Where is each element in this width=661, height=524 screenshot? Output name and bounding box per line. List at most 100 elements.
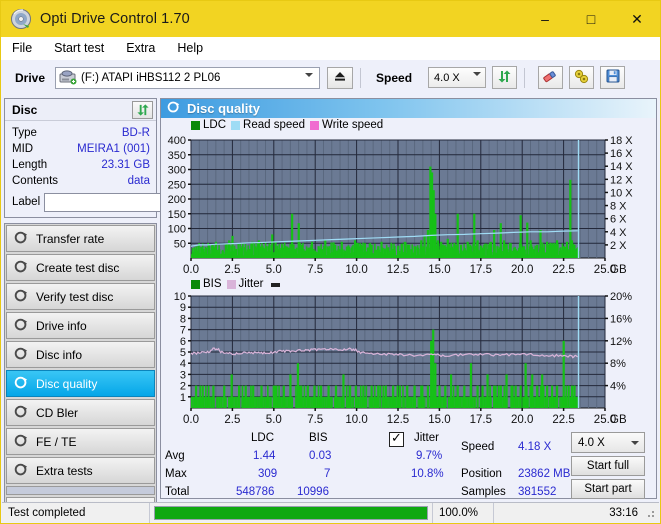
legend-label: BIS xyxy=(203,278,222,290)
svg-text:16 X: 16 X xyxy=(610,148,633,160)
disc-contents-value: data xyxy=(128,173,150,189)
disc-test-icon xyxy=(14,259,29,277)
progress-fill xyxy=(155,507,427,519)
disc-panel: Disc Type BD-R MID MEIR xyxy=(4,98,157,218)
svg-text:350: 350 xyxy=(168,150,186,162)
disc-row-contents: Contents data xyxy=(12,173,150,189)
svg-text:3: 3 xyxy=(180,370,186,382)
svg-text:10.0: 10.0 xyxy=(345,264,367,276)
stats-ldc-avg: 1.44 xyxy=(253,450,275,462)
legend-swatch xyxy=(227,280,236,289)
svg-text:12.5: 12.5 xyxy=(387,414,409,426)
svg-text:300: 300 xyxy=(168,165,186,177)
disc-icon xyxy=(10,8,32,30)
svg-text:6 X: 6 X xyxy=(610,214,627,226)
disc-refresh-button[interactable] xyxy=(132,101,153,119)
legend-label: LDC xyxy=(203,119,226,131)
svg-text:8%: 8% xyxy=(610,359,626,371)
menu-bar: File Start test Extra Help xyxy=(1,37,660,59)
start-full-button[interactable]: Start full xyxy=(571,456,645,476)
disc-type-label: Type xyxy=(12,125,37,141)
drive-select[interactable]: (F:) ATAPI iHBS112 2 PL06 xyxy=(55,67,320,89)
close-button[interactable]: ✕ xyxy=(614,1,660,37)
legend-swatch xyxy=(231,121,240,130)
stats-samples-value: 381552 xyxy=(518,486,556,498)
menu-start-test[interactable]: Start test xyxy=(52,39,115,58)
sidebar-item-fe-te[interactable]: FE / TE xyxy=(6,428,155,455)
maximize-button[interactable]: □ xyxy=(568,1,614,37)
stats-panel: LDC BIS Jitter Avg Max Total 1.44 309 54… xyxy=(161,428,656,498)
legend-read-speed: Read speed xyxy=(231,119,305,131)
svg-text:0.0: 0.0 xyxy=(183,264,199,276)
stats-ldc-total: 548786 xyxy=(236,486,274,498)
menu-extra[interactable]: Extra xyxy=(124,39,166,58)
disc-test-icon xyxy=(14,462,29,480)
eject-button[interactable] xyxy=(327,67,353,89)
disc-test-icon xyxy=(14,346,29,364)
disc-panel-title: Disc xyxy=(12,103,37,117)
tools-icon xyxy=(574,69,590,87)
sidebar-item-transfer-rate[interactable]: Transfer rate xyxy=(6,225,155,252)
disc-test-icon xyxy=(14,404,29,422)
erase-button[interactable] xyxy=(538,66,563,89)
stats-position-label: Position xyxy=(461,468,502,480)
elapsed-time: 33:16 xyxy=(494,503,644,523)
sidebar-label: Drive info xyxy=(36,319,87,333)
jitter-checkbox[interactable] xyxy=(389,432,404,447)
stats-col-bis: BIS xyxy=(309,432,328,444)
svg-text:9: 9 xyxy=(180,303,186,315)
disc-test-icon xyxy=(14,433,29,451)
sidebar-item-drive-info[interactable]: Drive info xyxy=(6,312,155,339)
svg-text:18 X: 18 X xyxy=(610,135,633,147)
sidebar-item-disc-info[interactable]: Disc info xyxy=(6,341,155,368)
tools-button[interactable] xyxy=(569,66,594,89)
svg-text:12%: 12% xyxy=(610,336,632,348)
left-panel: Disc Type BD-R MID MEIR xyxy=(4,98,157,499)
svg-text:5.0: 5.0 xyxy=(266,264,282,276)
svg-text:4: 4 xyxy=(180,359,186,371)
disc-test-icon xyxy=(14,317,29,335)
status-message: Test completed xyxy=(2,503,150,523)
svg-text:50: 50 xyxy=(174,239,186,251)
test-speed-value: 4.0 X xyxy=(578,437,605,449)
stats-speed-value: 4.18 X xyxy=(518,441,551,453)
sidebar-item-disc-quality[interactable]: Disc quality xyxy=(6,370,155,397)
drive-label: Drive xyxy=(15,71,45,85)
start-part-button[interactable]: Start part xyxy=(571,479,645,499)
stats-col-jitter: Jitter xyxy=(414,432,439,444)
svg-text:4 X: 4 X xyxy=(610,227,627,239)
svg-text:22.5: 22.5 xyxy=(552,414,574,426)
disc-quality-icon xyxy=(167,100,181,117)
svg-text:GB: GB xyxy=(610,264,627,276)
sidebar-item-create-test-disc[interactable]: Create test disc xyxy=(6,254,155,281)
speed-select[interactable]: 4.0 X xyxy=(428,67,486,88)
svg-text:GB: GB xyxy=(610,414,627,426)
disc-info-rows: Type BD-R MID MEIRA1 (001) Length 23.31 … xyxy=(5,121,156,217)
disc-contents-label: Contents xyxy=(12,173,58,189)
sidebar-label: CD Bler xyxy=(36,406,78,420)
speed-value: 4.0 X xyxy=(434,72,460,84)
refresh-icon xyxy=(497,69,512,87)
save-button[interactable] xyxy=(600,66,625,89)
toolbar-separator-2 xyxy=(524,68,525,88)
stats-bis-total: 10996 xyxy=(297,486,329,498)
legend-label: Write speed xyxy=(322,119,383,131)
refresh-button[interactable] xyxy=(492,66,517,89)
test-speed-select[interactable]: 4.0 X xyxy=(571,432,645,453)
menu-help[interactable]: Help xyxy=(175,39,214,58)
menu-file[interactable]: File xyxy=(10,39,43,58)
svg-text:2.5: 2.5 xyxy=(224,414,240,426)
svg-text:4%: 4% xyxy=(610,381,626,393)
svg-text:10 X: 10 X xyxy=(610,188,633,200)
sidebar-item-extra-tests[interactable]: Extra tests xyxy=(6,457,155,484)
sidebar-item-cd-bler[interactable]: CD Bler xyxy=(6,399,155,426)
stats-row-total: Total xyxy=(165,486,189,498)
main-area: Disc Type BD-R MID MEIR xyxy=(1,95,660,499)
resize-grip-icon[interactable] xyxy=(644,507,656,519)
sidebar-item-verify-test-disc[interactable]: Verify test disc xyxy=(6,283,155,310)
svg-text:6: 6 xyxy=(180,336,186,348)
disc-mid-label: MID xyxy=(12,141,33,157)
section-title: Disc quality xyxy=(187,101,260,116)
minimize-button[interactable]: – xyxy=(522,1,568,37)
section-header: Disc quality xyxy=(161,99,656,118)
